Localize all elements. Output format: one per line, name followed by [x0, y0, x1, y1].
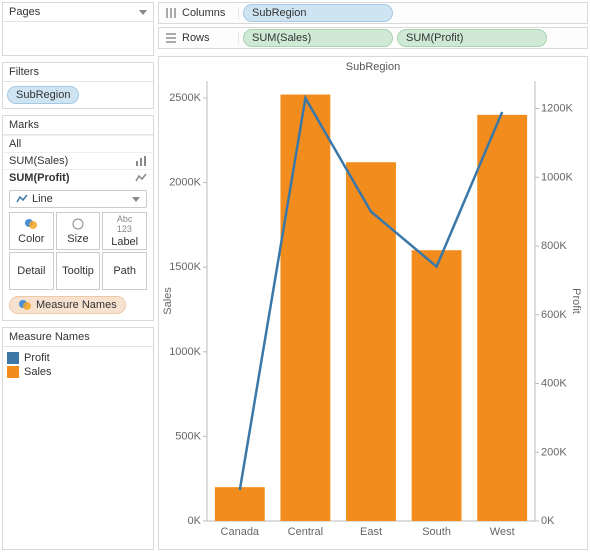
color-button[interactable]: Color	[9, 212, 54, 250]
color-icon	[18, 298, 32, 312]
line-icon	[135, 172, 147, 184]
chart-area[interactable]: SubRegion 0K 500K 1000K 1500K 2000K 2500K 0K 20…	[158, 56, 588, 550]
size-icon	[71, 217, 85, 231]
legend-swatch	[7, 366, 19, 378]
chevron-down-icon	[132, 197, 140, 202]
label-icon: Abc123	[117, 214, 133, 234]
svg-text:2000K: 2000K	[169, 177, 201, 189]
columns-icon	[165, 7, 177, 19]
rows-shelf[interactable]: Rows SUM(Sales) SUM(Profit)	[158, 27, 588, 49]
dropdown-icon[interactable]	[139, 10, 147, 15]
svg-text:East: East	[360, 526, 382, 538]
pages-title: Pages	[9, 6, 40, 18]
size-button[interactable]: Size	[56, 212, 101, 250]
rows-pill-sales[interactable]: SUM(Sales)	[243, 29, 393, 47]
marks-card: Marks All SUM(Sales) SUM(Profit) Line Co…	[2, 115, 154, 321]
svg-text:1000K: 1000K	[541, 171, 573, 183]
svg-text:Profit: Profit	[570, 288, 582, 314]
path-button[interactable]: Path	[102, 252, 147, 290]
marks-all[interactable]: All	[3, 135, 153, 152]
svg-text:500K: 500K	[175, 430, 201, 442]
filter-pill-subregion[interactable]: SubRegion	[7, 86, 79, 104]
filters-title: Filters	[9, 66, 39, 78]
mark-type-dropdown[interactable]: Line	[9, 190, 147, 208]
legend-item-sales[interactable]: Sales	[7, 365, 149, 379]
marks-title: Marks	[9, 119, 39, 131]
line-icon	[16, 193, 28, 205]
chart-title: SubRegion	[159, 57, 587, 75]
columns-shelf[interactable]: Columns SubRegion	[158, 2, 588, 24]
svg-text:1000K: 1000K	[169, 346, 201, 358]
svg-text:0K: 0K	[188, 515, 202, 527]
marks-profit[interactable]: SUM(Profit)	[3, 169, 153, 186]
svg-text:1200K: 1200K	[541, 103, 573, 115]
detail-button[interactable]: Detail	[9, 252, 54, 290]
svg-text:400K: 400K	[541, 378, 567, 390]
svg-text:West: West	[490, 526, 515, 538]
svg-text:Canada: Canada	[221, 526, 260, 538]
legend-title: Measure Names	[9, 331, 90, 343]
svg-text:800K: 800K	[541, 240, 567, 252]
rows-icon	[165, 32, 177, 44]
marks-sales[interactable]: SUM(Sales)	[3, 152, 153, 169]
legend-item-profit[interactable]: Profit	[7, 351, 149, 365]
bar-icon	[135, 155, 147, 167]
label-button[interactable]: Abc123 Label	[102, 212, 147, 250]
svg-text:2500K: 2500K	[169, 92, 201, 104]
legend-swatch	[7, 352, 19, 364]
svg-text:600K: 600K	[541, 309, 567, 321]
rows-pill-profit[interactable]: SUM(Profit)	[397, 29, 547, 47]
chart-svg: 0K 500K 1000K 1500K 2000K 2500K 0K 200K 400K 600K…	[159, 75, 583, 549]
pages-shelf[interactable]: Pages	[2, 2, 154, 56]
columns-pill-subregion[interactable]: SubRegion	[243, 4, 393, 22]
svg-text:200K: 200K	[541, 446, 567, 458]
svg-text:Central: Central	[288, 526, 323, 538]
color-icon	[24, 217, 38, 231]
tooltip-button[interactable]: Tooltip	[56, 252, 101, 290]
filters-shelf[interactable]: Filters SubRegion	[2, 62, 154, 109]
legend-card: Measure Names Profit Sales	[2, 327, 154, 550]
svg-text:South: South	[422, 526, 451, 538]
svg-text:0K: 0K	[541, 515, 555, 527]
measure-names-pill[interactable]: Measure Names	[9, 296, 126, 314]
svg-text:Sales: Sales	[162, 287, 174, 315]
svg-text:1500K: 1500K	[169, 261, 201, 273]
